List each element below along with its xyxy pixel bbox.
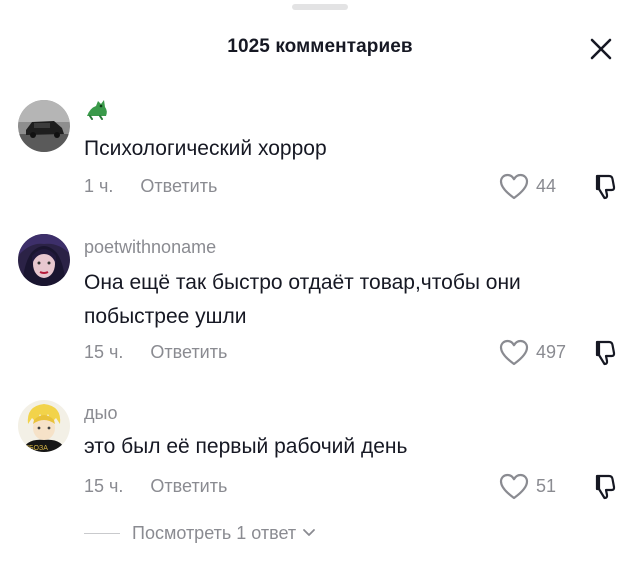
heart-icon	[499, 339, 529, 366]
timestamp: 1 ч.	[84, 176, 114, 196]
drag-handle[interactable]	[292, 4, 348, 10]
like-button[interactable]: 44	[498, 172, 556, 200]
username[interactable]: poetwithnoname	[84, 237, 216, 258]
comments-count-title: 1025 комментариев	[227, 36, 413, 57]
comment-text-line: Психологический хоррор	[84, 137, 327, 160]
username[interactable]	[84, 98, 110, 121]
like-count: 51	[536, 475, 557, 496]
comment-text-line: Она ещё так быстро отдаёт товар,чтобы он…	[84, 271, 521, 294]
comment-text-line: побыстрее ушли	[84, 305, 247, 328]
like-count: 497	[536, 341, 567, 362]
like-button[interactable]: 51	[498, 472, 556, 500]
comment-meta: 15 ч. Ответить	[84, 342, 227, 363]
divider	[84, 532, 120, 534]
thumbs-down-icon	[595, 474, 616, 500]
timestamp: 15 ч.	[84, 476, 124, 496]
avatar[interactable]	[18, 100, 70, 152]
reply-button[interactable]: Ответить	[140, 176, 217, 197]
view-replies-label: Посмотреть 1 ответ	[132, 522, 297, 543]
chevron-down-icon	[303, 529, 316, 536]
thumbs-down-icon	[595, 174, 616, 200]
dislike-button[interactable]	[590, 338, 618, 366]
comment-text-line: это был её первый рабочий день	[84, 435, 408, 458]
like-button[interactable]: 497	[498, 338, 566, 366]
close-button[interactable]	[588, 36, 614, 62]
comment-meta: 15 ч. Ответить	[84, 476, 227, 497]
view-replies-button[interactable]: Посмотреть 1 ответ	[84, 520, 316, 546]
reply-button[interactable]: Ответить	[150, 342, 227, 363]
comment-text: это был её первый рабочий день	[84, 432, 584, 462]
heart-icon	[499, 173, 529, 200]
close-icon	[590, 38, 612, 60]
thumbs-down-icon	[595, 340, 616, 366]
username[interactable]: дыо	[84, 403, 117, 424]
reply-button[interactable]: Ответить	[150, 476, 227, 497]
avatar[interactable]	[18, 234, 70, 286]
comment-text: Она ещё так быстро отдаёт товар,чтобы он…	[84, 268, 584, 332]
avatar[interactable]: ИБОЗА	[18, 400, 70, 452]
comment-meta: 1 ч. Ответить	[84, 176, 217, 197]
comments-sheet: 1025 комментариев Психологический хоррор…	[0, 0, 640, 568]
heart-icon	[499, 473, 529, 500]
crocodile-emoji	[84, 98, 110, 121]
avatar-text: ИБОЗА	[24, 445, 48, 452]
comment-text: Психологический хоррор	[84, 134, 584, 164]
timestamp: 15 ч.	[84, 342, 124, 362]
dislike-button[interactable]	[590, 172, 618, 200]
dislike-button[interactable]	[590, 472, 618, 500]
like-count: 44	[536, 175, 557, 196]
